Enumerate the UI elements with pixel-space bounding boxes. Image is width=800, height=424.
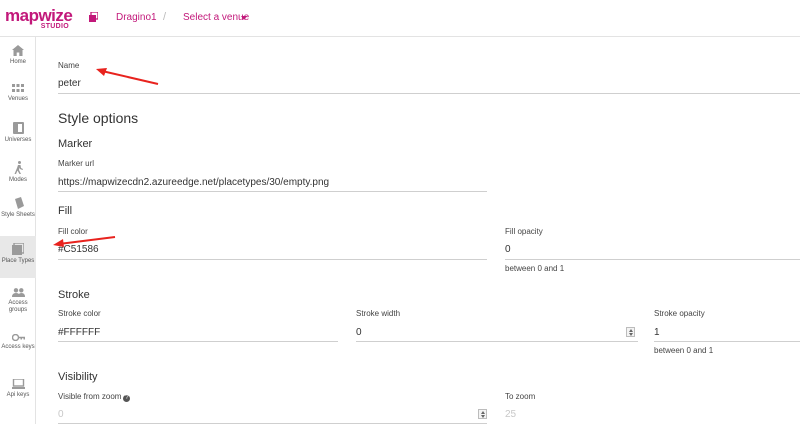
top-bar: mapwize STUDIO Dragino1 / Select a venue xyxy=(0,0,800,37)
style-options-title: Style options xyxy=(58,110,139,126)
name-input-underline xyxy=(58,93,800,94)
sidebar-item-label: Access groups xyxy=(8,300,28,313)
home-icon xyxy=(12,45,24,56)
fill-section-title: Fill xyxy=(58,205,73,217)
laptop-icon xyxy=(11,379,25,389)
stroke-opacity-underline xyxy=(654,341,800,342)
stroke-opacity-input[interactable]: 1 xyxy=(654,327,660,338)
sidebar-item-label: Modes xyxy=(8,177,27,183)
stroke-width-label: Stroke width xyxy=(356,309,401,318)
fill-opacity-helper: between 0 and 1 xyxy=(505,264,565,273)
breadcrumb-separator: / xyxy=(163,11,167,23)
visible-from-zoom-stepper[interactable] xyxy=(478,409,487,419)
organization-name[interactable]: Dragino1 xyxy=(116,12,157,23)
stroke-color-input[interactable]: #FFFFFF xyxy=(58,327,100,338)
stroke-section-title: Stroke xyxy=(58,289,90,301)
marker-url-label: Marker url xyxy=(58,159,95,168)
sidebar-item-label: Access keys xyxy=(1,344,35,350)
chevron-down-icon[interactable] xyxy=(241,16,247,20)
sidebar-item-venues[interactable]: Venues xyxy=(0,84,36,114)
sidebar-item-style-sheets[interactable]: Style Sheets xyxy=(0,197,36,231)
palette-icon xyxy=(15,197,24,209)
stroke-opacity-label: Stroke opacity xyxy=(654,309,705,318)
visibility-section-title: Visibility xyxy=(58,371,98,383)
sidebar-item-access-groups[interactable]: Access groups xyxy=(0,288,36,320)
place-types-icon xyxy=(12,243,24,255)
sidebar-item-label: Universes xyxy=(4,137,32,143)
sidebar-item-universes[interactable]: Universes xyxy=(0,122,36,152)
marker-url-underline xyxy=(58,191,487,192)
sidebar-item-label: Venues xyxy=(7,96,29,102)
sidebar-item-access-keys[interactable]: Access keys xyxy=(0,334,36,366)
name-input[interactable]: peter xyxy=(58,78,81,89)
name-label: Name xyxy=(58,61,80,70)
marker-section-title: Marker xyxy=(58,138,93,150)
fill-color-underline xyxy=(58,259,487,260)
walk-icon xyxy=(14,161,23,174)
sidebar-item-api-keys[interactable]: Api keys xyxy=(0,379,36,409)
annotation-arrow-name xyxy=(96,68,159,85)
sidebar: Home Venues Universes Modes Style Sheets… xyxy=(0,37,36,424)
grid-icon xyxy=(12,84,24,92)
key-icon xyxy=(11,334,25,341)
organization-icon xyxy=(89,12,98,22)
sidebar-item-home[interactable]: Home xyxy=(0,45,36,75)
stroke-opacity-helper: between 0 and 1 xyxy=(654,346,714,355)
help-icon[interactable]: ? xyxy=(123,395,131,402)
stroke-color-underline xyxy=(58,341,338,342)
sidebar-item-place-types[interactable]: Place Types xyxy=(0,236,36,278)
stroke-width-stepper[interactable] xyxy=(626,327,635,337)
mapwize-logo[interactable]: mapwize STUDIO xyxy=(5,6,73,32)
visible-from-zoom-label-text: Visible from zoom xyxy=(58,392,122,401)
annotation-arrow-fill-color xyxy=(53,236,116,247)
stroke-width-input[interactable]: 0 xyxy=(356,327,362,338)
groups-icon xyxy=(11,288,25,297)
sidebar-item-label: Api keys xyxy=(6,392,30,398)
fill-opacity-input[interactable]: 0 xyxy=(505,244,511,255)
logo-subtext: STUDIO xyxy=(40,23,69,30)
to-zoom-input[interactable]: 25 xyxy=(505,409,516,420)
sidebar-item-label: Place Types xyxy=(1,258,35,264)
stroke-width-underline xyxy=(356,341,638,342)
place-type-form: Name peter Style options Marker Marker u… xyxy=(36,37,800,424)
venue-select[interactable]: Select a venue xyxy=(183,12,249,23)
fill-opacity-label: Fill opacity xyxy=(505,227,543,236)
fill-opacity-underline xyxy=(505,259,800,260)
marker-url-input[interactable]: https://mapwizecdn2.azureedge.net/placet… xyxy=(58,177,329,188)
sidebar-item-label: Style Sheets xyxy=(1,212,35,218)
to-zoom-label: To zoom xyxy=(505,392,536,401)
stroke-color-label: Stroke color xyxy=(58,309,101,318)
visible-from-zoom-label: Visible from zoom? xyxy=(58,392,131,402)
visible-from-zoom-input[interactable]: 0 xyxy=(58,409,64,420)
sidebar-item-label: Home xyxy=(9,59,26,65)
book-icon xyxy=(12,122,24,134)
sidebar-item-modes[interactable]: Modes xyxy=(0,161,36,191)
